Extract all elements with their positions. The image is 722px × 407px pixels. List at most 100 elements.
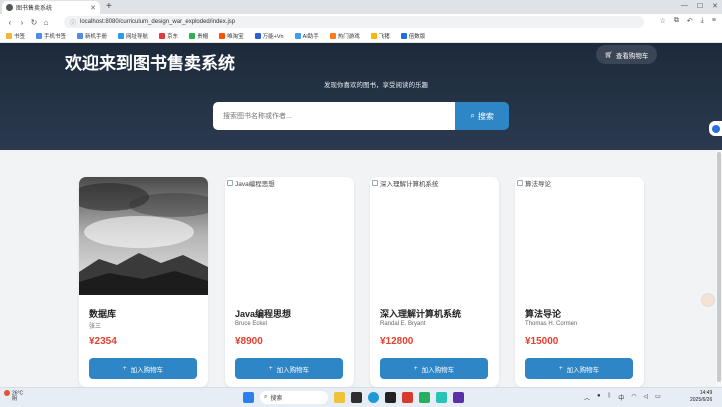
- search-button[interactable]: ⌕ 搜索: [455, 102, 509, 130]
- bookmark-item[interactable]: 唯淘宝: [219, 32, 244, 40]
- volume-icon[interactable]: ◁: [644, 393, 649, 402]
- assistant-avatar[interactable]: [701, 293, 715, 307]
- bookmark-item[interactable]: 热门游戏: [329, 32, 360, 40]
- minimize-icon[interactable]: —: [681, 2, 688, 10]
- bookmark-item[interactable]: 贵帽: [189, 32, 208, 40]
- history-icon[interactable]: ↶: [687, 17, 693, 25]
- bookmark-item[interactable]: 京东: [159, 32, 178, 40]
- book-title: 数据库: [89, 309, 117, 319]
- plus-icon: +: [413, 365, 418, 372]
- scrollbar-thumb[interactable]: [717, 152, 721, 382]
- page-subtitle: 发现你喜欢的图书，享受阅读的乐趣: [324, 82, 428, 89]
- clock-time: 14:49: [699, 390, 713, 396]
- broken-image-alt: 深入理解计算机系统: [372, 178, 439, 188]
- sidebar-toggle[interactable]: [709, 121, 722, 136]
- add-to-cart-button[interactable]: + 加入购物车: [89, 358, 197, 379]
- bookmark-item[interactable]: AI助手: [294, 32, 319, 40]
- book-title: Java编程思想: [235, 309, 292, 319]
- bookmark-item[interactable]: 书签: [6, 32, 25, 40]
- close-tab-icon[interactable]: ✕: [90, 4, 96, 12]
- bookmark-item[interactable]: 手机书签: [36, 32, 66, 40]
- add-to-cart-label: 加入购物车: [421, 366, 455, 374]
- wps-icon[interactable]: [402, 392, 413, 403]
- book-cover-image: [79, 177, 208, 295]
- taskbar-search[interactable]: ⌕ 搜索: [260, 391, 328, 404]
- image-alt-text: 深入理解计算机系统: [380, 181, 439, 188]
- add-to-cart-button[interactable]: + 加入购物车: [235, 358, 343, 379]
- book-author: Randal E. Bryant: [380, 321, 426, 327]
- widgets-icon[interactable]: [334, 392, 345, 403]
- app-icon[interactable]: [453, 392, 464, 403]
- extensions-icon[interactable]: ⧉: [674, 17, 679, 25]
- monitor-icon[interactable]: [436, 392, 447, 403]
- menu-icon[interactable]: ≡: [712, 17, 716, 25]
- home-icon[interactable]: ⌂: [40, 18, 52, 27]
- bookmark-icon: [254, 33, 261, 39]
- bookmark-item[interactable]: 倍数版: [400, 32, 425, 40]
- bookmark-item[interactable]: 新机手册: [77, 32, 107, 40]
- site-info-icon[interactable]: ⓘ: [70, 18, 76, 27]
- download-icon[interactable]: ⤓: [701, 17, 704, 25]
- bookmark-item[interactable]: 万能+Vn: [254, 32, 284, 40]
- book-author: 张三: [89, 324, 102, 330]
- favorite-star-icon[interactable]: ☆: [660, 17, 666, 25]
- toolbar-actions: ☆ ⧉ ↶ ⤓ ≡: [660, 17, 716, 25]
- bookmark-icon: [329, 33, 336, 39]
- task-view-icon[interactable]: [351, 392, 362, 403]
- book-card: 数据库 张三 ¥2354 + 加入购物车: [79, 177, 208, 387]
- browser-tab[interactable]: 图书售卖系统 ✕: [2, 1, 100, 14]
- jetbrains-icon[interactable]: [385, 392, 396, 403]
- bookmark-icon: [189, 33, 196, 39]
- search-button-label: 搜索: [477, 111, 494, 121]
- battery-icon[interactable]: ▭: [655, 393, 661, 402]
- ime-lang[interactable]: 中: [618, 393, 624, 402]
- bookmark-icon: [159, 33, 166, 39]
- url-text: localhost:8080/curriculum_design_war_exp…: [80, 19, 236, 25]
- tab-title: 图书售卖系统: [16, 6, 53, 12]
- taskbar-apps: ⌕ 搜索: [243, 391, 464, 404]
- add-to-cart-label: 加入购物车: [566, 366, 600, 374]
- new-tab-button[interactable]: +: [106, 1, 112, 12]
- forward-icon[interactable]: ›: [16, 18, 28, 27]
- tray-app-icon[interactable]: ●: [597, 393, 601, 402]
- view-cart-button[interactable]: 🛒︎ 查看购物车: [596, 45, 657, 64]
- tray-expand-icon[interactable]: ︿: [584, 393, 590, 402]
- plus-icon: +: [268, 365, 273, 372]
- edge-icon[interactable]: [368, 392, 379, 403]
- wechat-icon[interactable]: [419, 392, 430, 403]
- taskbar-clock[interactable]: 14:49 2025/6/26: [690, 390, 712, 404]
- add-to-cart-button[interactable]: + 加入购物车: [380, 358, 488, 379]
- hero-header: 欢迎来到图书售卖系统 🛒︎ 查看购物车 发现你喜欢的图书，享受阅读的乐趣 ⌕ 搜…: [0, 43, 722, 150]
- book-price: ¥2354: [89, 336, 117, 347]
- weather-icon: [4, 390, 10, 396]
- reload-icon[interactable]: ↻: [28, 18, 40, 27]
- close-window-icon[interactable]: ✕: [712, 2, 718, 10]
- book-title: 算法导论: [525, 309, 562, 319]
- bluetooth-icon[interactable]: ᛒ: [608, 393, 612, 402]
- wifi-icon[interactable]: ◠: [631, 393, 636, 402]
- url-bar[interactable]: ⓘ localhost:8080/curriculum_design_war_e…: [64, 16, 644, 28]
- bookmark-icon: [6, 33, 12, 39]
- bookmark-item[interactable]: 飞猪: [370, 32, 390, 40]
- book-title: 深入理解计算机系统: [380, 309, 462, 319]
- search-icon: ⌕: [264, 394, 268, 400]
- weather-widget[interactable]: 26°C 阴: [4, 390, 23, 402]
- bookmark-icon: [294, 33, 301, 39]
- broken-image-icon: [372, 180, 378, 186]
- bookmark-item[interactable]: 网址导航: [118, 32, 148, 40]
- add-to-cart-button[interactable]: + 加入购物车: [525, 358, 633, 379]
- back-icon[interactable]: ‹: [4, 18, 16, 27]
- broken-image-icon: [227, 180, 233, 186]
- broken-image-alt: Java编程思想: [227, 178, 275, 188]
- page-title: 欢迎来到图书售卖系统: [65, 54, 235, 73]
- search-input[interactable]: [213, 102, 456, 130]
- bookmarks-bar: 书签 手机书签 新机手册 网址导航 京东 贵帽 唯淘宝 万能+Vn AI助手 热…: [0, 30, 722, 43]
- maximize-icon[interactable]: ☐: [697, 2, 703, 10]
- bookmark-icon: [36, 33, 43, 39]
- copilot-icon: [711, 124, 720, 133]
- page-scrollbar[interactable]: [716, 150, 722, 386]
- start-icon[interactable]: [243, 392, 254, 403]
- tab-favicon-icon: [6, 4, 13, 11]
- taskbar: 26°C 阴 ⌕ 搜索 ︿ ● ᛒ 中 ◠ ◁ ▭ 14:49 2025/6/2…: [0, 387, 722, 407]
- bookmark-icon: [118, 33, 125, 39]
